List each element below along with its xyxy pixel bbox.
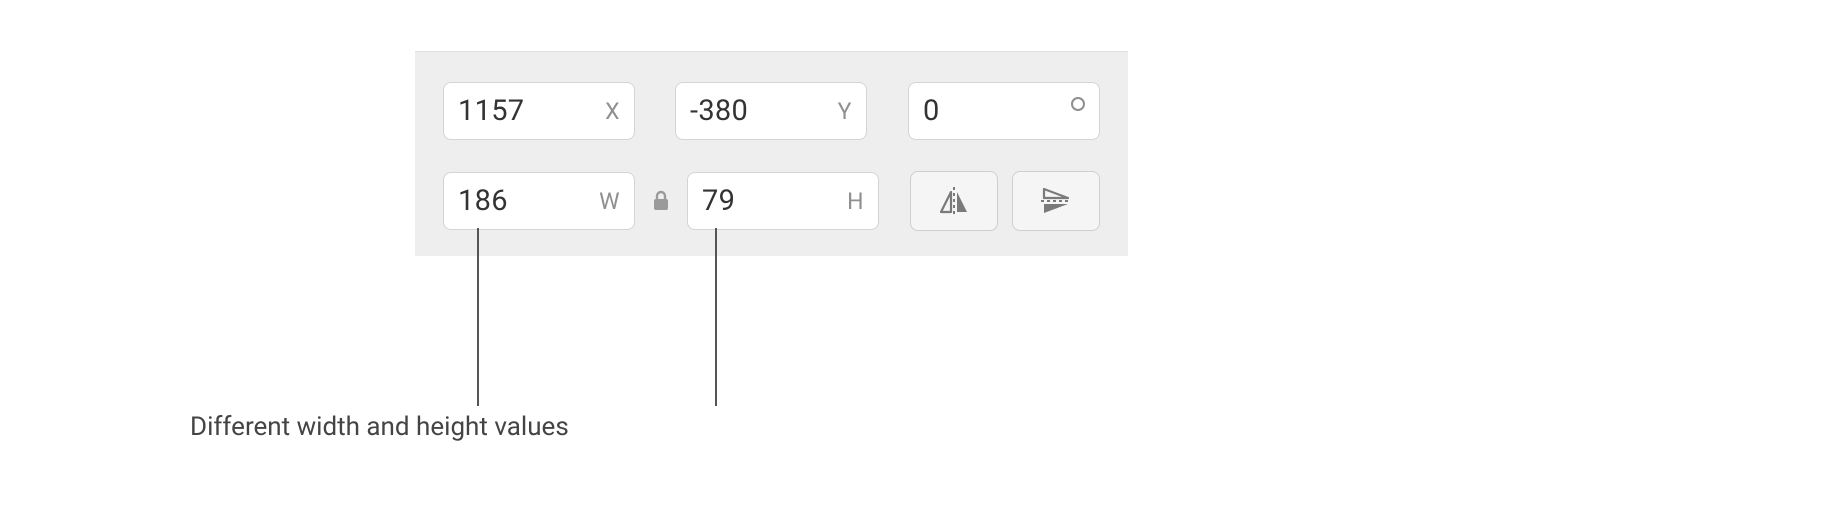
flip-horizontal-button[interactable] — [910, 171, 998, 231]
y-input[interactable]: -380 Y — [675, 82, 867, 140]
width-label: W — [599, 188, 620, 215]
flip-horizontal-icon — [936, 186, 972, 216]
rotation-value: 0 — [923, 94, 940, 128]
flip-vertical-button[interactable] — [1012, 171, 1100, 231]
y-value: -380 — [690, 94, 748, 128]
flip-vertical-icon — [1038, 186, 1074, 216]
width-value: 186 — [458, 184, 508, 218]
annotation-caption: Different width and height values — [190, 412, 569, 442]
x-input[interactable]: 1157 X — [443, 82, 635, 140]
rotation-input[interactable]: 0 — [908, 82, 1100, 140]
transform-panel: 1157 X -380 Y 0 186 W 79 H — [415, 51, 1128, 256]
flip-button-group — [910, 171, 1100, 231]
x-label: X — [605, 98, 620, 125]
y-label: Y — [838, 98, 852, 125]
height-value: 79 — [702, 184, 735, 218]
callout-line-width — [477, 228, 479, 406]
degree-icon — [1071, 97, 1085, 111]
height-label: H — [847, 188, 864, 215]
size-row: 186 W 79 H — [443, 172, 1100, 230]
lock-icon — [651, 189, 671, 213]
width-input[interactable]: 186 W — [443, 172, 635, 230]
aspect-lock[interactable] — [645, 189, 677, 213]
position-row: 1157 X -380 Y 0 — [443, 82, 1100, 140]
height-input[interactable]: 79 H — [687, 172, 879, 230]
x-value: 1157 — [458, 94, 524, 128]
callout-line-height — [715, 228, 717, 406]
